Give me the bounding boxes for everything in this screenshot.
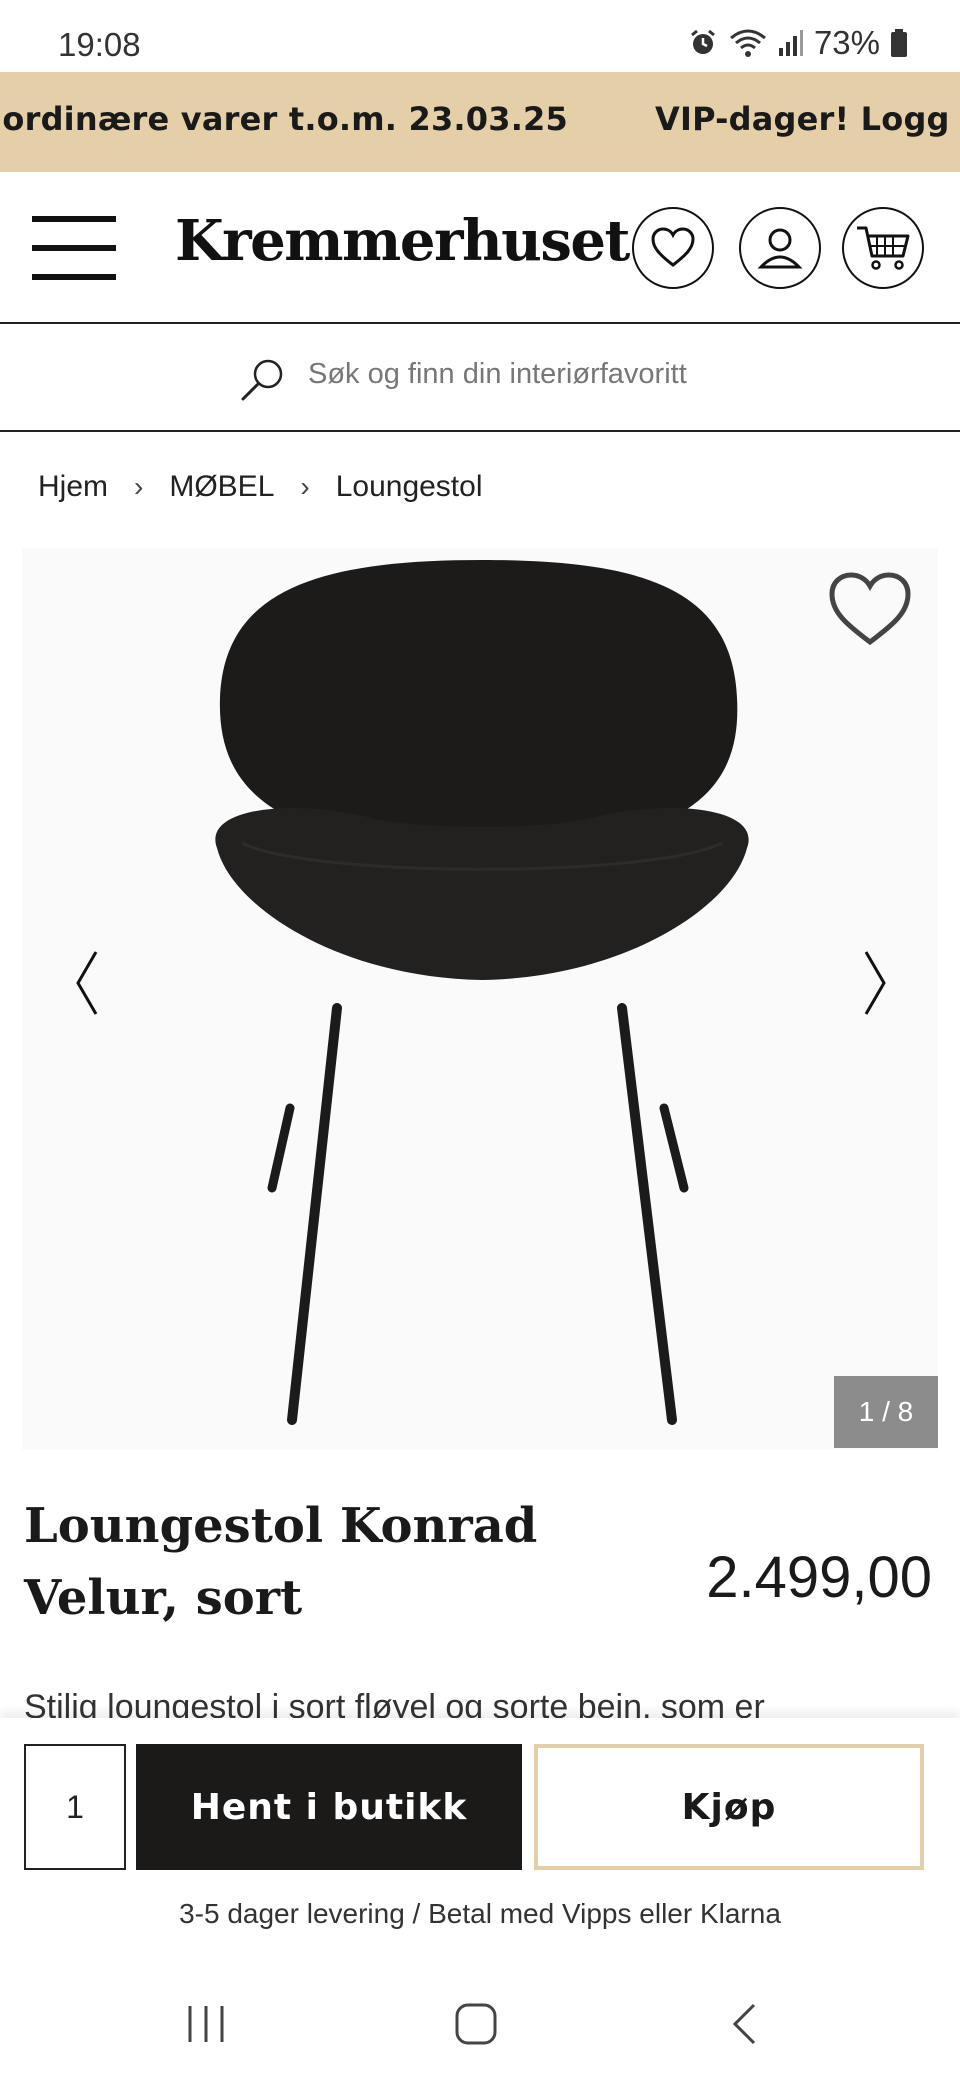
product-title: Loungestol Konrad Velur, sort xyxy=(24,1498,538,1626)
breadcrumb-home[interactable]: Hjem xyxy=(38,470,108,504)
signal-icon xyxy=(778,28,804,58)
wifi-icon xyxy=(728,28,768,58)
breadcrumb-current[interactable]: Loungestol xyxy=(336,470,483,504)
buy-bar: 1 Hent i butikk Kjøp 3-5 dager levering … xyxy=(0,1718,960,1968)
user-icon[interactable] xyxy=(739,207,821,289)
search-bar[interactable]: Søk og finn din interiørfavoritt xyxy=(0,324,960,432)
favorite-icon[interactable] xyxy=(826,570,914,653)
back-icon[interactable] xyxy=(730,2002,758,2051)
search-icon xyxy=(238,356,286,409)
battery-icon xyxy=(890,28,908,58)
cart-icon[interactable] xyxy=(842,207,924,289)
site-header: Kremmerhuset xyxy=(0,172,960,324)
heart-icon[interactable] xyxy=(632,207,714,289)
breadcrumb-separator: › xyxy=(300,471,310,502)
breadcrumb: Hjem › MØBEL › Loungestol xyxy=(38,470,483,504)
home-icon[interactable] xyxy=(454,2002,498,2051)
chevron-left-icon[interactable] xyxy=(74,948,100,1023)
site-logo[interactable]: Kremmerhuset xyxy=(175,208,630,274)
status-bar: 19:08 73% xyxy=(0,0,960,72)
status-icons: 73% xyxy=(688,24,908,62)
promo-message-next: VIP-dager! Logg i xyxy=(655,100,960,138)
promo-banner[interactable]: ere ordinære varer t.o.m. 23.03.25 VIP-d… xyxy=(0,72,960,172)
breadcrumb-category[interactable]: MØBEL xyxy=(169,470,274,504)
buy-button[interactable]: Kjøp xyxy=(534,1744,924,1870)
alarm-icon xyxy=(688,28,718,58)
product-price: 2.499,00 xyxy=(706,1545,932,1610)
product-gallery[interactable]: 1 / 8 xyxy=(22,548,938,1450)
system-nav-bar xyxy=(0,1968,960,2080)
status-time: 19:08 xyxy=(58,26,141,63)
recent-apps-icon[interactable] xyxy=(186,2002,226,2051)
menu-icon[interactable] xyxy=(32,216,116,280)
chair-image xyxy=(215,560,749,1425)
product-description: Stilig loungestol i sort fløyel og sorte… xyxy=(24,1688,765,1722)
battery-text: 73% xyxy=(813,24,880,61)
chevron-right-icon[interactable] xyxy=(862,948,888,1023)
image-counter: 1 / 8 xyxy=(834,1376,938,1448)
delivery-info: 3-5 dager levering / Betal med Vipps ell… xyxy=(179,1898,781,1929)
search-input[interactable]: Søk og finn din interiørfavoritt xyxy=(308,358,687,391)
quantity-input[interactable]: 1 xyxy=(24,1744,126,1870)
promo-message: ere ordinære varer t.o.m. 23.03.25 xyxy=(0,100,568,138)
pickup-in-store-button[interactable]: Hent i butikk xyxy=(136,1744,522,1870)
breadcrumb-separator: › xyxy=(134,471,144,502)
